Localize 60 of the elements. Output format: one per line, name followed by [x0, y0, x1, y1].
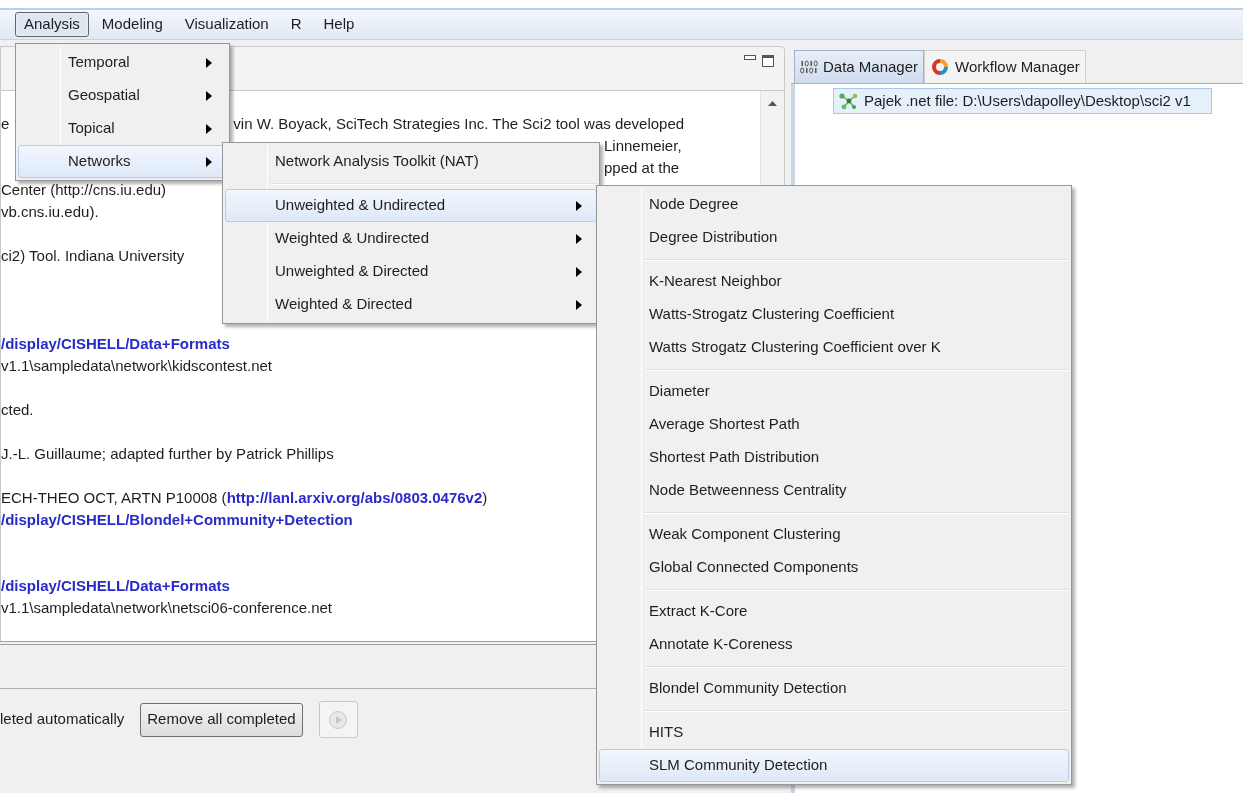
menu-item[interactable]: Topical: [18, 112, 227, 145]
view-tab[interactable]: Data Manager: [794, 50, 925, 83]
console-text: ECH-THEO OCT, ARTN P10008 (: [1, 488, 227, 508]
menu-item[interactable]: Blondel Community Detection: [599, 672, 1069, 705]
menu-item[interactable]: Geospatial: [18, 79, 227, 112]
menu-item[interactable]: Diameter: [599, 375, 1069, 408]
menu-item[interactable]: Unweighted & Undirected: [225, 189, 597, 222]
menu-item[interactable]: HITS: [599, 716, 1069, 749]
menu-bar-item[interactable]: Analysis: [15, 12, 89, 37]
binary-data-icon: [800, 60, 818, 74]
console-text: cted.: [1, 400, 34, 420]
console-text: Center (http://cns.iu.edu): [1, 180, 167, 200]
menu-item[interactable]: Weak Component Clustering: [599, 518, 1069, 551]
menu-item[interactable]: Extract K-Core: [599, 595, 1069, 628]
menu-item[interactable]: Weighted & Directed: [225, 288, 597, 321]
menu-item[interactable]: K-Nearest Neighbor: [599, 265, 1069, 298]
menu-item[interactable]: Network Analysis Toolkit (NAT): [225, 145, 597, 178]
console-text: v1.1\sampledata\network\kidscontest.net: [1, 356, 272, 376]
data-item[interactable]: Pajek .net file: D:\Users\dapolley\Desktop\sci2 v1: [833, 88, 1212, 114]
link[interactable]: /display/CISHELL/Blondel+Community+Detection: [1, 509, 353, 531]
console-text: J.-L. Guillaume; adapted further by Patrick Phillips: [1, 444, 334, 464]
minimize-icon[interactable]: [744, 55, 756, 61]
menu-item[interactable]: Degree Distribution: [599, 221, 1069, 254]
remove-completed-button[interactable]: Remove all completed: [140, 702, 303, 737]
menu-item[interactable]: Shortest Path Distribution: [599, 441, 1069, 474]
menu-bar-item[interactable]: R: [281, 12, 311, 37]
status-text: leted automatically: [0, 709, 125, 730]
menu-bar-item[interactable]: Modeling: [92, 12, 172, 37]
tab-label: Workflow Manager: [955, 56, 1080, 77]
console-text: v1.1\sampledata\network\netsci06-conference.net: [1, 598, 333, 618]
menu-item[interactable]: Node Degree: [599, 188, 1069, 221]
menu-bar-item[interactable]: Visualization: [175, 12, 278, 37]
menu-item[interactable]: Watts-Strogatz Clustering Coefficient: [599, 298, 1069, 331]
maximize-icon[interactable]: [762, 55, 774, 67]
menu-item[interactable]: SLM Community Detection: [599, 749, 1069, 782]
menu-item[interactable]: Watts Strogatz Clustering Coefficient over K: [599, 331, 1069, 364]
play-icon: [328, 709, 349, 730]
menu-item[interactable]: Temporal: [18, 46, 227, 79]
console-text: ): [482, 488, 488, 508]
menu-item[interactable]: Node Betweenness Centrality: [599, 474, 1069, 507]
console-text: vb.cns.iu.edu).: [1, 202, 99, 222]
link[interactable]: http://lanl.arxiv.org/abs/0803.0476v2: [226, 487, 483, 509]
link[interactable]: /display/CISHELL/Data+Formats: [1, 575, 230, 597]
console-text: ci2) Tool. Indiana University: [1, 246, 185, 266]
console-text: e: [1, 114, 10, 134]
view-tab[interactable]: Workflow Manager: [924, 50, 1086, 83]
menu-item[interactable]: Weighted & Undirected: [225, 222, 597, 255]
menu-item[interactable]: Annotate K-Coreness: [599, 628, 1069, 661]
tab-label: Data Manager: [823, 56, 919, 77]
menu-item[interactable]: Unweighted & Directed: [225, 255, 597, 288]
console-text: pped at the: [604, 158, 680, 178]
menu-bar-item[interactable]: Help: [314, 12, 364, 37]
menu-item[interactable]: Global Connected Components: [599, 551, 1069, 584]
link[interactable]: /display/CISHELL/Data+Formats: [1, 333, 230, 355]
menu-item[interactable]: Average Shortest Path: [599, 408, 1069, 441]
network-icon: [838, 92, 858, 110]
ring-icon: [930, 57, 951, 77]
console-text: vin W. Boyack, SciTech Strategies Inc. The Sci2 tool was developed: [233, 114, 685, 134]
scroll-up-icon[interactable]: [768, 101, 777, 106]
console-text: Linnemeier,: [604, 136, 682, 156]
